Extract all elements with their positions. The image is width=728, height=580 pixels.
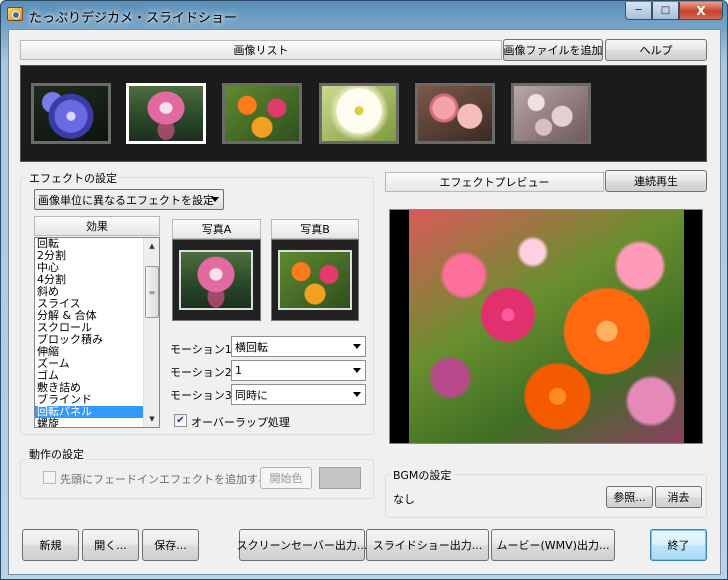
scroll-thumb[interactable]: ≡ (145, 266, 159, 318)
photo-b-label: 写真B (300, 223, 330, 236)
motion1-label: モーション1 (170, 343, 232, 356)
bgm-value: なし (393, 493, 415, 506)
exit-button[interactable]: 終了 (650, 529, 707, 561)
effect-list-item[interactable]: ブラインド (35, 394, 153, 406)
thumbnail-cherry-blossom[interactable] (511, 83, 591, 144)
effect-list-item[interactable]: ゴム (35, 370, 153, 382)
image-list-title: 画像リスト (233, 44, 289, 57)
motion2-select[interactable]: 1 (231, 360, 366, 381)
effect-list-item[interactable]: ズーム (35, 358, 153, 370)
effect-list-item[interactable]: 4分割 (35, 274, 153, 286)
bgm-clear-button[interactable]: 消去 (655, 486, 702, 508)
effects-header-label: 効果 (86, 220, 108, 233)
preview-image (409, 210, 684, 443)
pink-roses-image (418, 86, 492, 141)
add-image-button[interactable]: 画像ファイルを追加 (503, 39, 603, 61)
chevron-down-icon (353, 392, 361, 397)
preview-header: エフェクトプレビュー (385, 172, 604, 192)
preview-header-label: エフェクトプレビュー (439, 176, 550, 189)
overlap-checkbox[interactable]: ✔ (174, 414, 187, 427)
photo-a-label: 写真A (201, 223, 232, 236)
thumbnail-pink-roses[interactable] (415, 83, 495, 144)
effect-list-item[interactable]: 分解 & 合体 (35, 310, 153, 322)
thumbnail-strip[interactable] (20, 65, 707, 162)
photo-b-image (278, 250, 352, 310)
thumbnail-white-lily[interactable] (319, 83, 399, 144)
title-bar[interactable]: たっぷりデジカメ・スライドショー ─ □ X (1, 1, 727, 29)
orange-flowers-image (225, 86, 299, 141)
window-controls: ─ □ X (625, 2, 723, 20)
motion2-label: モーション2 (170, 366, 232, 379)
app-window: たっぷりデジカメ・スライドショー ─ □ X 画像リスト 画像ファイルを追加 ヘ… (0, 0, 728, 580)
start-color-swatch[interactable] (319, 467, 361, 489)
motion3-label: モーション3 (170, 389, 232, 402)
motion3-value: 同時に (235, 388, 268, 402)
white-lily-image (322, 86, 396, 141)
photo-a-header: 写真A (172, 219, 261, 239)
photo-a-image (179, 250, 253, 310)
thumbnail-lotus[interactable] (126, 83, 206, 144)
photo-b-box[interactable] (271, 239, 359, 321)
effects-list: 回転 2分割 中心 4分割 斜め スライス 分解 & 合体 スクロール ブロック積み 伸縮 ズームゴ… (35, 238, 159, 427)
motion1-select[interactable]: 横回転 (231, 336, 366, 357)
screensaver-export-button[interactable]: スクリーンセーバー出力... (237, 529, 367, 561)
image-list-header: 画像リスト (20, 40, 502, 60)
effect-mode-value: 画像単位に異なるエフェクトを設定 (38, 193, 214, 207)
cherry-blossom-image (514, 86, 588, 141)
movie-export-button[interactable]: ムービー(WMV)出力... (491, 529, 615, 561)
thumbnail-orange-flowers[interactable] (222, 83, 302, 144)
client-area: 画像リスト 画像ファイルを追加 ヘルプ エフェクトの設定 画像単位に異なるエフェ… (8, 29, 721, 575)
effect-settings-label: エフェクトの設定 (27, 170, 119, 186)
behavior-settings-label: 動作の設定 (27, 446, 86, 462)
effect-list-item[interactable]: スライス (35, 298, 153, 310)
thumbnail-blue-flower[interactable] (31, 83, 111, 144)
save-button[interactable]: 保存... (142, 529, 199, 561)
motion2-value: 1 (235, 364, 242, 377)
effects-scrollbar[interactable]: ▲ ≡ ▼ (143, 238, 159, 427)
camera-app-icon (7, 7, 23, 21)
minimize-button[interactable]: ─ (625, 2, 652, 20)
chevron-down-icon (353, 368, 361, 373)
bgm-browse-button[interactable]: 参照... (606, 486, 653, 508)
photo-b-header: 写真B (271, 219, 359, 239)
slideshow-export-button[interactable]: スライドショー出力... (366, 529, 489, 561)
scroll-up-icon[interactable]: ▲ (144, 238, 159, 254)
photo-a-box[interactable] (172, 239, 261, 321)
effects-listbox[interactable]: 回転 2分割 中心 4分割 斜め スライス 分解 & 合体 スクロール ブロック積み 伸縮 ズームゴ… (34, 237, 160, 428)
overlap-label[interactable]: オーバーラップ処理 (191, 414, 290, 430)
new-button[interactable]: 新規 (22, 529, 79, 561)
effect-mode-select[interactable]: 画像単位に異なるエフェクトを設定 (34, 189, 224, 210)
fade-in-label[interactable]: 先頭にフェードインエフェクトを追加する (60, 471, 269, 487)
blue-flower-image (34, 86, 108, 141)
effect-list-item[interactable]: スクロール (35, 322, 153, 334)
effect-list-item[interactable]: 伸縮 (35, 346, 153, 358)
bgm-settings-label: BGMの設定 (391, 467, 454, 483)
chevron-down-icon (211, 197, 219, 202)
effects-column-header[interactable]: 効果 (34, 216, 160, 236)
fade-in-checkbox[interactable] (43, 471, 56, 484)
open-button[interactable]: 開く... (82, 529, 139, 561)
start-color-button[interactable]: 開始色 (260, 467, 312, 489)
chevron-down-icon (353, 344, 361, 349)
effect-list-item[interactable]: 回転パネル (35, 406, 153, 418)
effect-list-item[interactable]: 2分割 (35, 250, 153, 262)
window-title: たっぷりデジカメ・スライドショー (29, 11, 238, 26)
effect-list-item[interactable]: 螺旋 (35, 418, 153, 427)
effect-list-item[interactable]: ブロック積み (35, 334, 153, 346)
preview-area (389, 209, 703, 444)
effect-list-item[interactable]: 敷き詰め (35, 382, 153, 394)
lotus-image (129, 86, 203, 141)
motion1-value: 横回転 (235, 340, 268, 354)
effect-list-item[interactable]: 斜め (35, 286, 153, 298)
effect-list-item[interactable]: 回転 (35, 238, 153, 250)
effect-list-item[interactable]: 中心 (35, 262, 153, 274)
close-button[interactable]: X (679, 2, 723, 20)
maximize-button[interactable]: □ (652, 2, 679, 20)
continuous-play-button[interactable]: 連続再生 (605, 170, 707, 192)
help-button[interactable]: ヘルプ (605, 39, 707, 61)
scroll-down-icon[interactable]: ▼ (144, 411, 159, 427)
motion3-select[interactable]: 同時に (231, 384, 366, 405)
